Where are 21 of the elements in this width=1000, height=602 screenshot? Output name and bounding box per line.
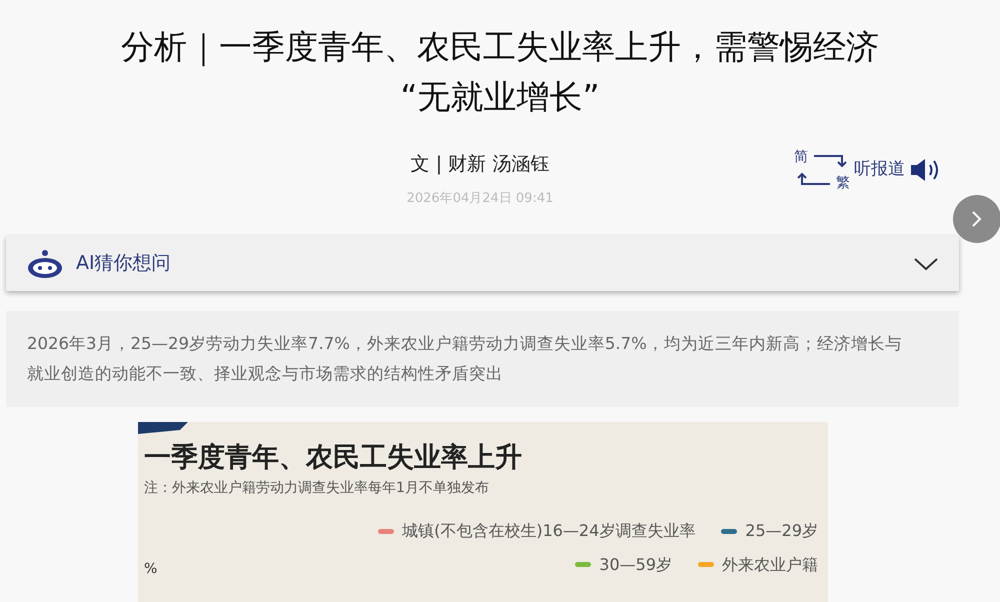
article-title: “无就业增长” xyxy=(400,76,600,118)
legend-label: 30—59岁 xyxy=(599,554,672,576)
legend-label: 外来农业户籍 xyxy=(722,554,818,576)
summary-text: 2026年3月，25—29岁劳动力失业率7.7%，外来农业户籍劳动力调查失业率5.7%，均为近三年内新高；经济增长与就业创造的动能不一致、择业观念与市场需求的结构性矛盾突出 xyxy=(6,311,959,407)
legend-label: 25—29岁 xyxy=(745,520,818,542)
figure-note: 注：外来农业户籍劳动力调查失业率每年1月不单独发布 xyxy=(144,479,490,498)
listen-button[interactable]: 听报道 xyxy=(854,156,943,184)
legend-label: 城镇(不包含在校生)16—24岁调查失业率 xyxy=(402,520,696,542)
robot-icon xyxy=(26,248,64,278)
next-button[interactable] xyxy=(953,195,1000,243)
corner-tab-icon xyxy=(138,422,188,434)
unit-label: % xyxy=(144,560,158,579)
article-title: 分析｜一季度青年、农民工失业率上升，需警惕经济 xyxy=(121,26,879,68)
byline: 文 | 财新 汤涵钰 xyxy=(410,152,550,177)
figure-title: 一季度青年、农民工失业率上升 xyxy=(144,441,522,475)
ai-suggestions-panel[interactable]: AI猜你想问 xyxy=(6,236,959,291)
simplified-traditional-toggle[interactable]: 简 繁 xyxy=(794,150,850,190)
chevron-right-icon xyxy=(971,210,983,228)
ai-panel-label: AI猜你想问 xyxy=(76,251,171,276)
publish-date: 2026年04月24日 09:41 xyxy=(406,190,554,208)
chevron-icon xyxy=(913,256,939,270)
